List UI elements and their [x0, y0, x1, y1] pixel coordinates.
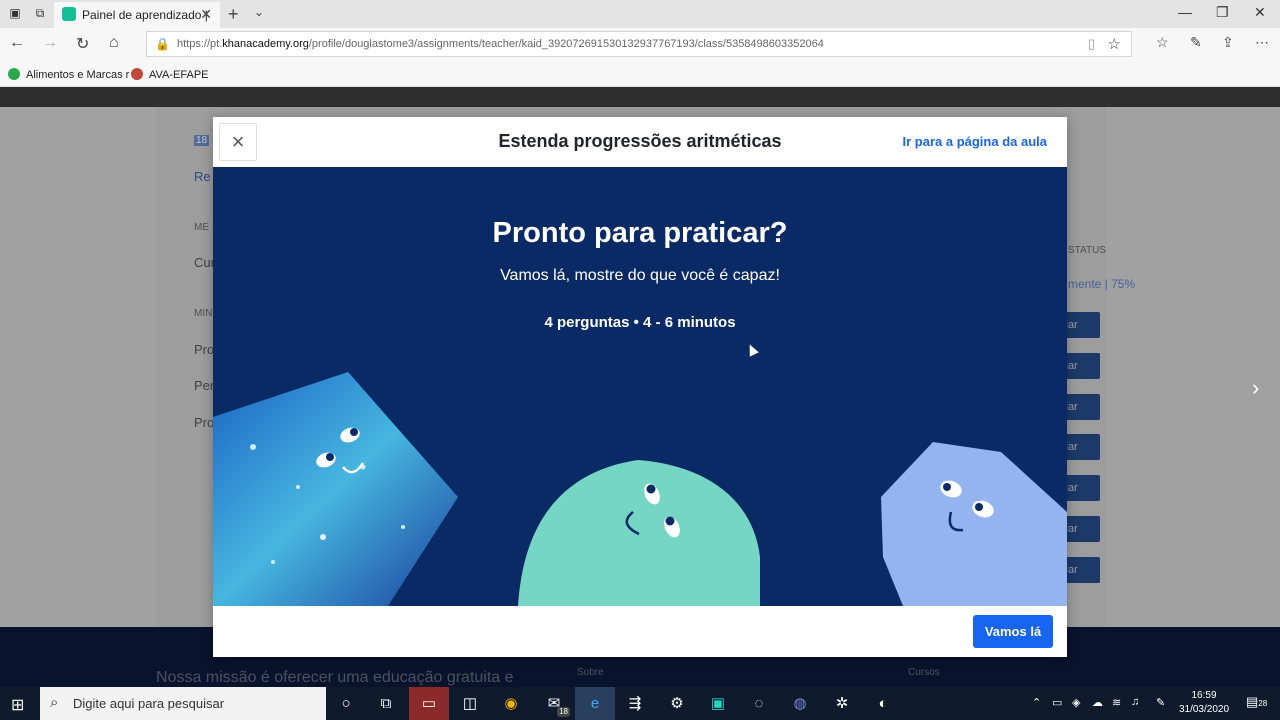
search-placeholder: Digite aqui para pesquisar: [73, 696, 225, 711]
share-icon[interactable]: ⇪: [1222, 34, 1234, 51]
bookmark-item[interactable]: AVA-EFAPE: [131, 68, 209, 81]
set-tabs-aside-icon[interactable]: ⧉: [33, 6, 47, 20]
mail-badge: 18: [557, 707, 570, 717]
bookmark-favicon-icon: [8, 68, 20, 80]
new-tab-icon[interactable]: +: [228, 4, 239, 25]
clock-date: 31/03/2020: [1178, 704, 1230, 715]
app-icon[interactable]: ◐: [863, 687, 903, 720]
store-icon[interactable]: ◫: [450, 687, 490, 720]
practice-modal: × Estenda progressões aritméticas Ir par…: [213, 117, 1067, 657]
tab-title: Painel de aprendizado |: [82, 8, 208, 22]
maximize-icon[interactable]: ❐: [1216, 4, 1229, 21]
blue-square-character: [213, 372, 458, 606]
khan-academy-favicon-icon: [62, 7, 76, 21]
green-blob-character: [518, 460, 760, 606]
more-menu-icon[interactable]: ⋯: [1255, 34, 1269, 51]
app-icon[interactable]: ⇶: [615, 687, 655, 720]
forward-arrow-icon[interactable]: →: [42, 34, 58, 52]
pen-notes-icon[interactable]: ✎: [1190, 34, 1202, 51]
modal-illustration-panel: Pronto para praticar? Vamos lá, mostre d…: [213, 167, 1067, 606]
onedrive-icon[interactable]: ☁: [1092, 696, 1103, 709]
chrome-icon[interactable]: ◉: [491, 687, 531, 720]
lesson-page-link[interactable]: Ir para a página da aula: [903, 134, 1048, 149]
practice-meta: 4 perguntas • 4 - 6 minutos: [544, 314, 736, 331]
mail-icon[interactable]: ✉ 18: [534, 687, 574, 720]
battery-icon[interactable]: ▭: [1052, 696, 1062, 709]
practice-subheading: Vamos lá, mostre do que você é capaz!: [500, 267, 780, 284]
dropbox-icon[interactable]: ◈: [1072, 696, 1080, 709]
browser-tab-bar: ▣ ⧉ Painel de aprendizado | ✕ + ⌄ — ❐ ✕: [0, 0, 1280, 28]
windows-taskbar: ⊞ ⌕ Digite aqui para pesquisar ○ ⧉ ▭ ◫ ◉…: [0, 687, 1280, 720]
reading-view-icon[interactable]: ▯: [1088, 36, 1095, 52]
url-text[interactable]: https://pt.khanacademy.org/profile/dougl…: [177, 38, 824, 50]
practice-heading: Pronto para praticar?: [492, 217, 788, 249]
clock-time: 16:59: [1191, 690, 1217, 701]
app-icon[interactable]: ▣: [698, 687, 738, 720]
system-clock[interactable]: 16:59 31/03/2020: [1176, 689, 1232, 717]
task-view-icon[interactable]: ⧉: [366, 687, 406, 720]
chevron-up-icon[interactable]: ⌃: [1032, 696, 1041, 709]
windows-start-icon[interactable]: ⊞: [11, 695, 24, 715]
file-explorer-icon[interactable]: ▭: [409, 687, 449, 720]
bookmark-item[interactable]: Alimentos e Marcas r: [8, 68, 129, 81]
edge-icon[interactable]: e: [575, 687, 615, 720]
start-practice-button[interactable]: Vamos lá: [973, 615, 1053, 648]
lock-icon[interactable]: 🔒: [155, 37, 170, 51]
discord-icon[interactable]: ◍: [780, 687, 820, 720]
tab-close-icon[interactable]: ✕: [200, 6, 212, 23]
modal-footer: Vamos lá: [213, 606, 1067, 657]
chevron-right-icon[interactable]: ›: [1252, 375, 1259, 401]
wifi-icon[interactable]: ≋: [1112, 696, 1121, 709]
address-bar[interactable]: 🔒 https://pt.khanacademy.org/profile/dou…: [146, 31, 1132, 57]
favorites-hub-icon[interactable]: ☆: [1156, 34, 1169, 51]
search-icon: ⌕: [50, 694, 59, 711]
favorite-star-icon[interactable]: ☆: [1108, 35, 1121, 53]
chevron-down-icon[interactable]: ⌄: [254, 5, 264, 19]
settings-gear-icon[interactable]: ⚙: [657, 687, 697, 720]
refresh-icon[interactable]: ↻: [76, 34, 89, 54]
cortana-icon[interactable]: ○: [326, 687, 366, 720]
home-icon[interactable]: ⌂: [109, 34, 119, 52]
window-close-icon[interactable]: ✕: [1254, 4, 1266, 21]
bookmark-favicon-icon: [131, 68, 143, 80]
taskbar-search-box[interactable]: ⌕ Digite aqui para pesquisar: [40, 687, 326, 720]
tab-actions-icon[interactable]: ▣: [8, 6, 22, 20]
back-arrow-icon[interactable]: ←: [9, 34, 25, 52]
gear-icon[interactable]: ✲: [822, 687, 862, 720]
browser-nav-bar: ← → ↻ ⌂ 🔒 https://pt.khanacademy.org/pro…: [0, 28, 1280, 60]
favorites-bar: Alimentos e Marcas r AVA-EFAPE: [0, 60, 1280, 87]
notification-icon[interactable]: ▤28: [1246, 694, 1267, 710]
volume-icon[interactable]: ♫: [1131, 696, 1139, 708]
obs-icon[interactable]: ◌: [739, 687, 779, 720]
pen-icon[interactable]: ✎: [1156, 696, 1165, 709]
notification-count: 28: [1258, 699, 1268, 708]
minimize-icon[interactable]: —: [1178, 4, 1192, 20]
lavender-hexagon-character: [881, 442, 1067, 606]
browser-tab-active[interactable]: Painel de aprendizado | ✕: [54, 2, 220, 28]
